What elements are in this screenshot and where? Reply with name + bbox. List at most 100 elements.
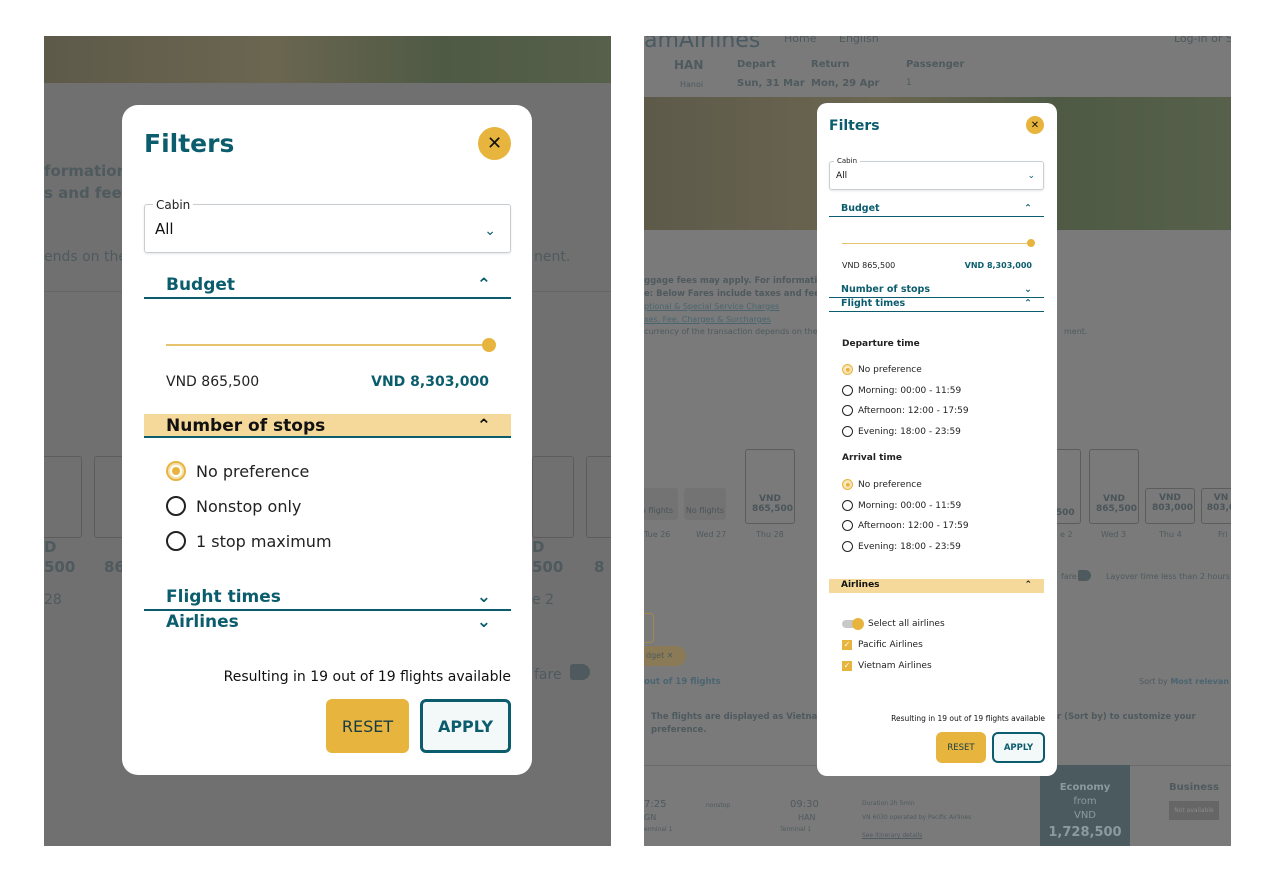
budget-slider-handle[interactable] [1027,239,1035,247]
logo: amAirlines [644,36,761,53]
bg-text: D [532,538,545,556]
radio-arrival-afternoon[interactable]: Afternoon: 12:00 - 17:59 [842,520,969,531]
result-count: Resulting in 19 out of 19 flights availa… [891,714,1045,723]
bg-button[interactable] [644,613,654,643]
modal-title: Filters [829,118,880,134]
date-card[interactable]: VND 803,000 [1145,488,1195,524]
origin-city: Hanoi [680,80,704,89]
result-count: Resulting in 19 out of 19 flights availa… [223,669,511,685]
nav-home[interactable]: Home [784,36,816,45]
cabin-label: Cabin [153,198,194,212]
date-label: Wed 3 [1101,530,1127,539]
close-button[interactable]: ✕ [478,127,511,160]
radio-departure-evening[interactable]: Evening: 18:00 - 23:59 [842,426,961,437]
date-card[interactable] [532,456,574,538]
checkbox-pacific-airlines[interactable]: ✓ Pacific Airlines [842,640,923,650]
flight-times-section-header[interactable]: Flight times ⌃ [829,298,1044,312]
bg-text: preference. [651,725,707,735]
airlines-label: Airlines [166,612,239,632]
radio-label: Morning: 00:00 - 11:59 [858,500,962,511]
close-button[interactable]: ✕ [1026,116,1044,134]
stops-section-header[interactable]: Number of stops ⌄ [829,284,1044,298]
radio-arrival-no-preference[interactable]: No preference [842,479,922,490]
return-date[interactable]: Mon, 29 Apr [811,78,879,89]
radio-1-stop-maximum[interactable]: 1 stop maximum [166,531,332,551]
check-icon: ✓ [842,640,852,650]
apply-button[interactable]: APPLY [420,699,511,753]
bg-text: fare [1061,572,1077,581]
budget-section-header[interactable]: Budget ⌃ [829,203,1044,217]
radio-departure-no-preference[interactable]: No preference [842,364,922,375]
tag-icon [1078,570,1091,581]
bg-text: D [44,538,57,556]
radio-arrival-evening[interactable]: Evening: 18:00 - 23:59 [842,541,961,552]
price: VND 865,500 [1096,494,1137,514]
airlines-section-header[interactable]: Airlines ⌃ [829,579,1044,593]
date-card[interactable]: No flights [684,488,726,520]
airlines-section-header[interactable]: Airlines ⌄ [144,612,511,636]
sort[interactable]: Sort by Most relevan [1139,677,1229,686]
budget-max: VND 8,303,000 [371,374,489,390]
chevron-down-icon: ⌄ [484,223,496,239]
date-card[interactable]: VND 865,500 [1089,449,1139,524]
reset-button[interactable]: RESET [936,732,986,763]
arrival-time-label: Arrival time [842,453,902,463]
bg-link[interactable]: xes, Fee, Charges & Surcharges [644,315,771,324]
flight-times-label: Flight times [166,587,281,607]
cabin-select[interactable]: Cabin All ⌄ [144,198,511,253]
economy-fare[interactable]: Economy from VND 1,728,500 [1040,765,1130,846]
bg-link[interactable]: ptional & Special Service Charges [644,302,779,311]
radio-departure-afternoon[interactable]: Afternoon: 12:00 - 17:59 [842,405,969,416]
date-card[interactable]: VND 865,500 [745,449,795,524]
chevron-down-icon: ⌄ [1024,284,1032,295]
flight-times-section-header[interactable]: Flight times ⌄ [144,587,511,611]
budget-slider-track[interactable] [842,243,1030,244]
select-all-airlines-toggle[interactable]: Select all airlines [842,618,945,630]
radio-arrival-morning[interactable]: Morning: 00:00 - 11:59 [842,500,961,511]
budget-label: Budget [841,203,880,214]
budget-slider-track[interactable] [166,344,490,346]
right-screenshot: amAirlines Home English Log-in or Sig HA… [644,36,1231,846]
chevron-down-icon: ⌄ [476,587,491,607]
date-card[interactable]: o flights [644,488,678,520]
budget-chip[interactable]: dget ✕ [644,646,686,666]
budget-slider-handle[interactable] [482,338,496,352]
date-card[interactable] [586,456,611,538]
date-label: Fri [1218,530,1228,539]
toggle-switch[interactable] [842,618,864,630]
price: VN 803,0 [1206,493,1231,513]
date-card[interactable] [94,456,124,538]
radio-label: Evening: 18:00 - 23:59 [858,541,961,552]
radio-departure-morning[interactable]: Morning: 00:00 - 11:59 [842,385,961,396]
checkbox-label: Pacific Airlines [858,640,923,650]
chevron-up-icon: ⌃ [1024,203,1032,214]
budget-section-header[interactable]: Budget ⌃ [144,275,511,299]
radio-label: No preference [196,461,310,481]
toggle-label: Select all airlines [868,619,945,629]
stops-label: Number of stops [166,416,326,436]
chevron-down-icon: ⌄ [1027,171,1035,181]
close-icon: ✕ [666,651,674,660]
departure-time-label: Departure time [842,339,920,349]
checkbox-vietnam-airlines[interactable]: ✓ Vietnam Airlines [842,661,932,671]
reset-button[interactable]: RESET [326,699,409,753]
passenger-count[interactable]: 1 [906,78,912,88]
bg-text: ggage fees may apply. For information [644,276,830,286]
chevron-up-icon: ⌃ [1024,580,1032,590]
itinerary-link[interactable]: See itinerary details [862,832,922,839]
nav-login[interactable]: Log-in or Sig [1174,36,1231,45]
date-card[interactable] [44,456,82,538]
date-card[interactable]: VN 803,0 [1201,488,1231,524]
budget-min: VND 865,500 [166,374,260,390]
origin-code: HAN [674,58,704,72]
budget-label: Budget [166,275,236,295]
stops-section-header[interactable]: Number of stops ⌃ [144,414,511,438]
apply-button[interactable]: APPLY [992,732,1045,763]
passenger-label: Passenger [906,59,965,70]
depart-date[interactable]: Sun, 31 Mar [737,78,805,89]
radio-no-preference[interactable]: No preference [166,461,309,481]
radio-nonstop-only[interactable]: Nonstop only [166,496,301,516]
cabin-select[interactable]: Cabin All ⌄ [829,157,1044,190]
date-label: e 2 [1060,530,1073,539]
nav-language[interactable]: English [839,36,879,45]
